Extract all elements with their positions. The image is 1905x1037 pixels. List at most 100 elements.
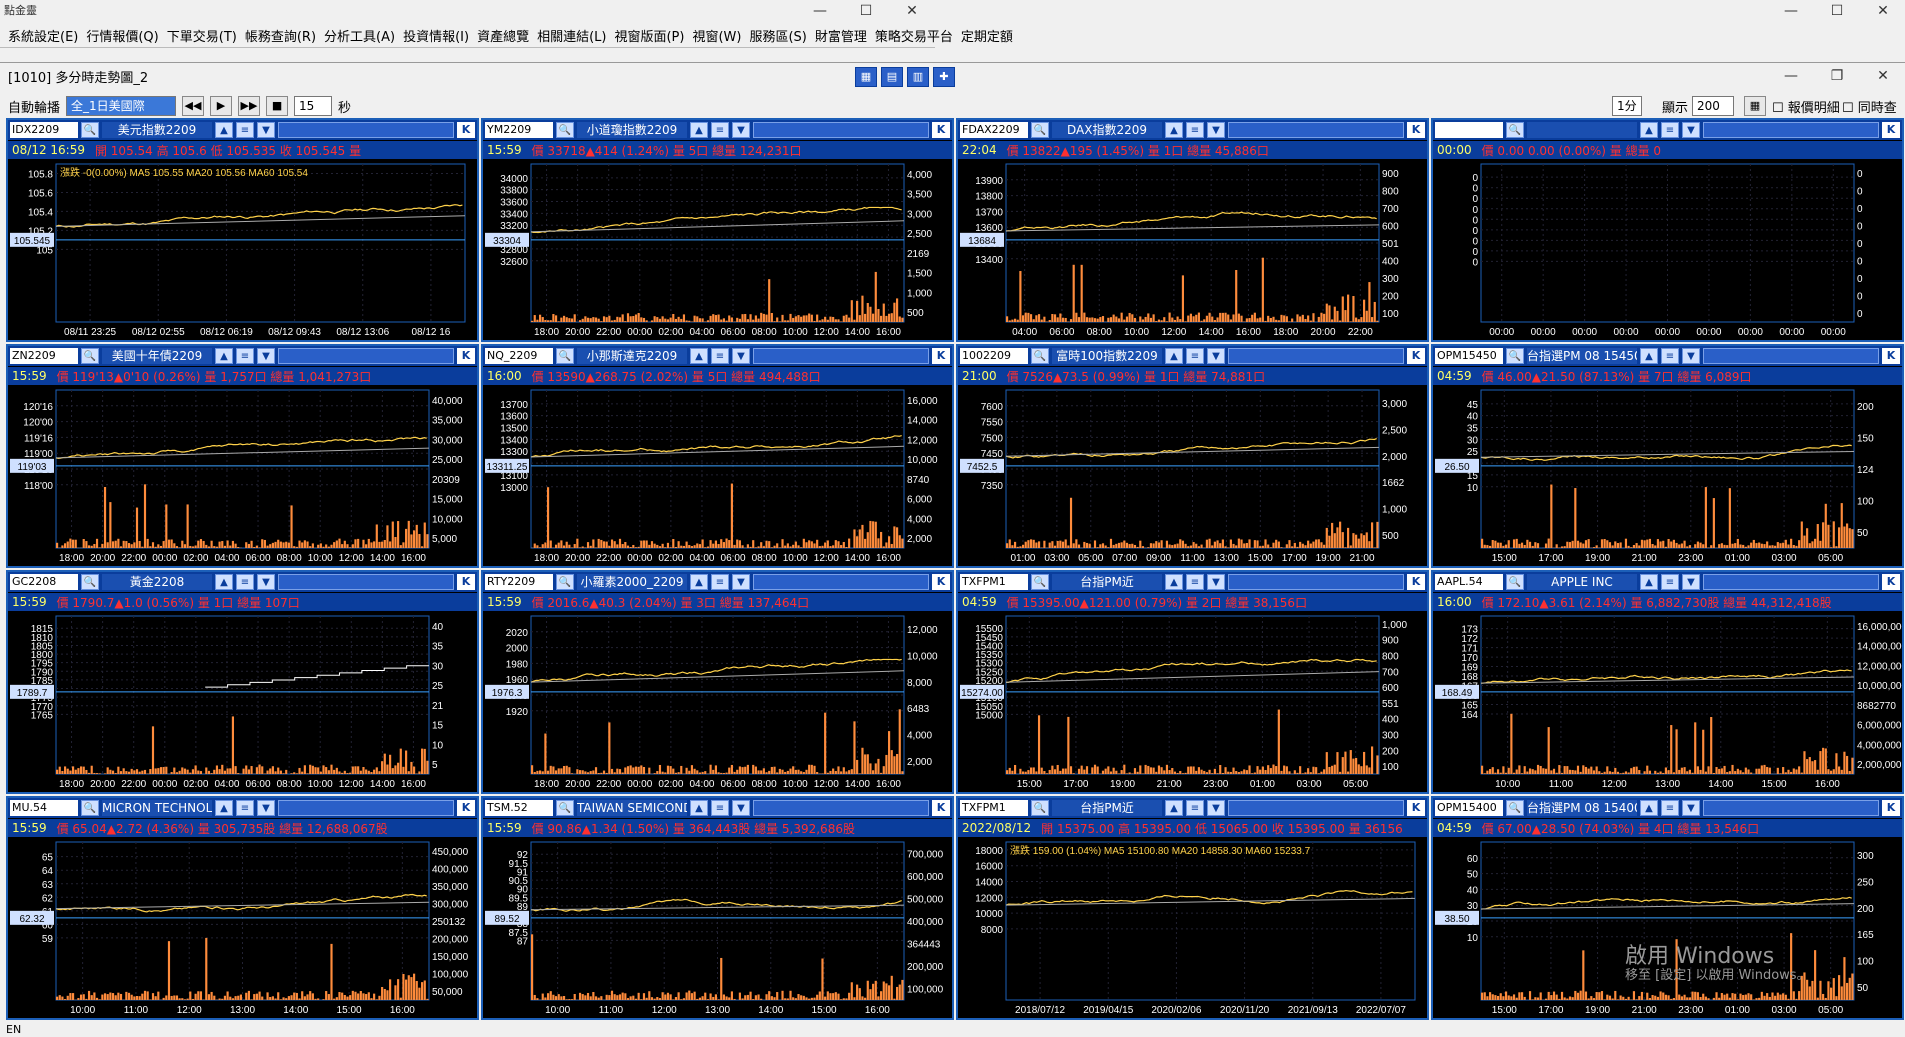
search-icon[interactable]: 🔍	[1506, 800, 1524, 816]
menu-item[interactable]: 投資情報(I)	[403, 26, 469, 45]
chart-panel[interactable]: GC2208 🔍 黃金2208 ▲ ≡ ▼ K 15:59 價 1790.7▲1…	[6, 570, 479, 794]
kline-button[interactable]: K	[457, 574, 475, 590]
list-icon[interactable]: ≡	[236, 800, 254, 816]
layout-split-icon[interactable]: ▤	[881, 67, 903, 87]
chevron-down-icon[interactable]: ▼	[732, 574, 750, 590]
stop-icon[interactable]: ■	[266, 96, 289, 116]
chevron-down-icon[interactable]: ▼	[1207, 122, 1225, 138]
chart-panel[interactable]: TXFPM1 🔍 台指PM近 ▲ ≡ ▼ K 04:59 價 15395.00▲…	[956, 570, 1429, 794]
search-icon[interactable]: 🔍	[81, 574, 99, 590]
list-icon[interactable]: ≡	[236, 348, 254, 364]
menu-item[interactable]: 視窗(W)	[692, 26, 741, 45]
note-field[interactable]	[753, 348, 929, 364]
symbol-input[interactable]: AAPL.54	[1435, 574, 1503, 590]
up-icon[interactable]: ▲	[1165, 348, 1183, 364]
kline-button[interactable]: K	[932, 348, 950, 364]
chevron-down-icon[interactable]: ▼	[732, 122, 750, 138]
search-icon[interactable]: 🔍	[556, 800, 574, 816]
menu-item[interactable]: 視窗版面(P)	[614, 26, 684, 45]
note-field[interactable]	[278, 348, 454, 364]
note-field[interactable]	[1703, 122, 1879, 138]
note-field[interactable]	[1703, 800, 1879, 816]
kline-button[interactable]: K	[932, 122, 950, 138]
kline-button[interactable]: K	[932, 574, 950, 590]
symbol-input[interactable]: TXFPM1	[960, 800, 1028, 816]
up-icon[interactable]: ▲	[1640, 574, 1658, 590]
chart-panel[interactable]: MU.54 🔍 MICRON TECHNOLOGY ▲ ≡ ▼ K 15:59 …	[6, 796, 479, 1020]
note-field[interactable]	[1228, 348, 1404, 364]
search-icon[interactable]: 🔍	[81, 348, 99, 364]
list-icon[interactable]: ≡	[711, 800, 729, 816]
chevron-down-icon[interactable]: ▼	[732, 348, 750, 364]
chevron-down-icon[interactable]: ▼	[1207, 348, 1225, 364]
up-icon[interactable]: ▲	[1165, 800, 1183, 816]
menu-item[interactable]: 策略交易平台	[875, 26, 953, 45]
menu-item[interactable]: 服務區(S)	[749, 26, 806, 45]
search-icon[interactable]: 🔍	[1031, 574, 1049, 590]
symbol-input[interactable]: TSM.52	[485, 800, 553, 816]
table-icon[interactable]: ▦	[1744, 96, 1766, 116]
up-icon[interactable]: ▲	[690, 574, 708, 590]
list-icon[interactable]: ≡	[1661, 574, 1679, 590]
chevron-down-icon[interactable]: ▼	[1682, 348, 1700, 364]
outer-close-icon[interactable]: ✕	[1860, 0, 1905, 22]
search-icon[interactable]: 🔍	[1506, 574, 1524, 590]
chevron-down-icon[interactable]: ▼	[1207, 800, 1225, 816]
kline-button[interactable]: K	[1407, 800, 1425, 816]
chevron-down-icon[interactable]: ▼	[257, 800, 275, 816]
symbol-input[interactable]: FDAX2209	[960, 122, 1028, 138]
outer-minimize-icon[interactable]: —	[1768, 0, 1814, 22]
list-icon[interactable]: ≡	[711, 122, 729, 138]
search-icon[interactable]: 🔍	[1506, 348, 1524, 364]
up-icon[interactable]: ▲	[215, 348, 233, 364]
chart-panel[interactable]: IDX2209 🔍 美元指數2209 ▲ ≡ ▼ K 08/12 16:59 開…	[6, 118, 479, 342]
close-icon[interactable]: ✕	[889, 0, 935, 22]
kline-button[interactable]: K	[457, 800, 475, 816]
chart-close-icon[interactable]: ✕	[1860, 65, 1905, 87]
menu-item[interactable]: 財富管理	[815, 26, 867, 45]
symbol-input[interactable]: TXFPM1	[960, 574, 1028, 590]
chart-panel[interactable]: RTY2209 🔍 小羅素2000_2209 ▲ ≡ ▼ K 15:59 價 2…	[481, 570, 954, 794]
menu-item[interactable]: 帳務查詢(R)	[245, 26, 316, 45]
note-field[interactable]	[1228, 800, 1404, 816]
menu-item[interactable]: 定期定額	[961, 26, 1013, 45]
list-icon[interactable]: ≡	[711, 348, 729, 364]
note-field[interactable]	[1703, 348, 1879, 364]
layout-grid-icon[interactable]: ▦	[855, 67, 877, 87]
note-field[interactable]	[753, 122, 929, 138]
chevron-down-icon[interactable]: ▼	[732, 800, 750, 816]
list-icon[interactable]: ≡	[236, 574, 254, 590]
symbol-input[interactable]	[1435, 122, 1503, 138]
kline-button[interactable]: K	[457, 348, 475, 364]
search-icon[interactable]: 🔍	[1506, 122, 1524, 138]
kline-button[interactable]: K	[932, 800, 950, 816]
symbol-input[interactable]: GC2208	[10, 574, 78, 590]
symbol-input[interactable]: OPM15400	[1435, 800, 1503, 816]
prev-icon[interactable]: ◀◀	[182, 96, 205, 116]
list-icon[interactable]: ≡	[1661, 800, 1679, 816]
up-icon[interactable]: ▲	[1165, 574, 1183, 590]
layout-add-icon[interactable]: ✚	[933, 67, 955, 87]
symbol-input[interactable]: MU.54	[10, 800, 78, 816]
list-icon[interactable]: ≡	[711, 574, 729, 590]
chevron-down-icon[interactable]: ▼	[257, 574, 275, 590]
note-field[interactable]	[1228, 122, 1404, 138]
maximize-icon[interactable]: ☐	[843, 0, 889, 22]
note-field[interactable]	[753, 574, 929, 590]
quote-detail-checkbox[interactable]: ☐ 報價明細	[1772, 97, 1840, 116]
chart-panel[interactable]: OPM15450 🔍 台指選PM 08 15450 C ▲ ≡ ▼ K 04:5…	[1431, 344, 1904, 568]
list-icon[interactable]: ≡	[236, 122, 254, 138]
chevron-down-icon[interactable]: ▼	[1682, 122, 1700, 138]
menu-item[interactable]: 下單交易(T)	[167, 26, 237, 45]
symbol-input[interactable]: 1002209	[960, 348, 1028, 364]
up-icon[interactable]: ▲	[1165, 122, 1183, 138]
chart-panel[interactable]: OPM15400 🔍 台指選PM 08 15400 C ▲ ≡ ▼ K 04:5…	[1431, 796, 1904, 1020]
chart-panel[interactable]: AAPL.54 🔍 APPLE INC ▲ ≡ ▼ K 16:00 價 172.…	[1431, 570, 1904, 794]
chart-panel[interactable]: 🔍 ▲ ≡ ▼ K 00:00 價 0.00 0.00 (0.00%) 量 總量…	[1431, 118, 1904, 342]
list-icon[interactable]: ≡	[1186, 800, 1204, 816]
note-field[interactable]	[278, 800, 454, 816]
list-icon[interactable]: ≡	[1186, 122, 1204, 138]
note-field[interactable]	[278, 574, 454, 590]
menu-item[interactable]: 行情報價(Q)	[86, 26, 158, 45]
chevron-down-icon[interactable]: ▼	[257, 122, 275, 138]
